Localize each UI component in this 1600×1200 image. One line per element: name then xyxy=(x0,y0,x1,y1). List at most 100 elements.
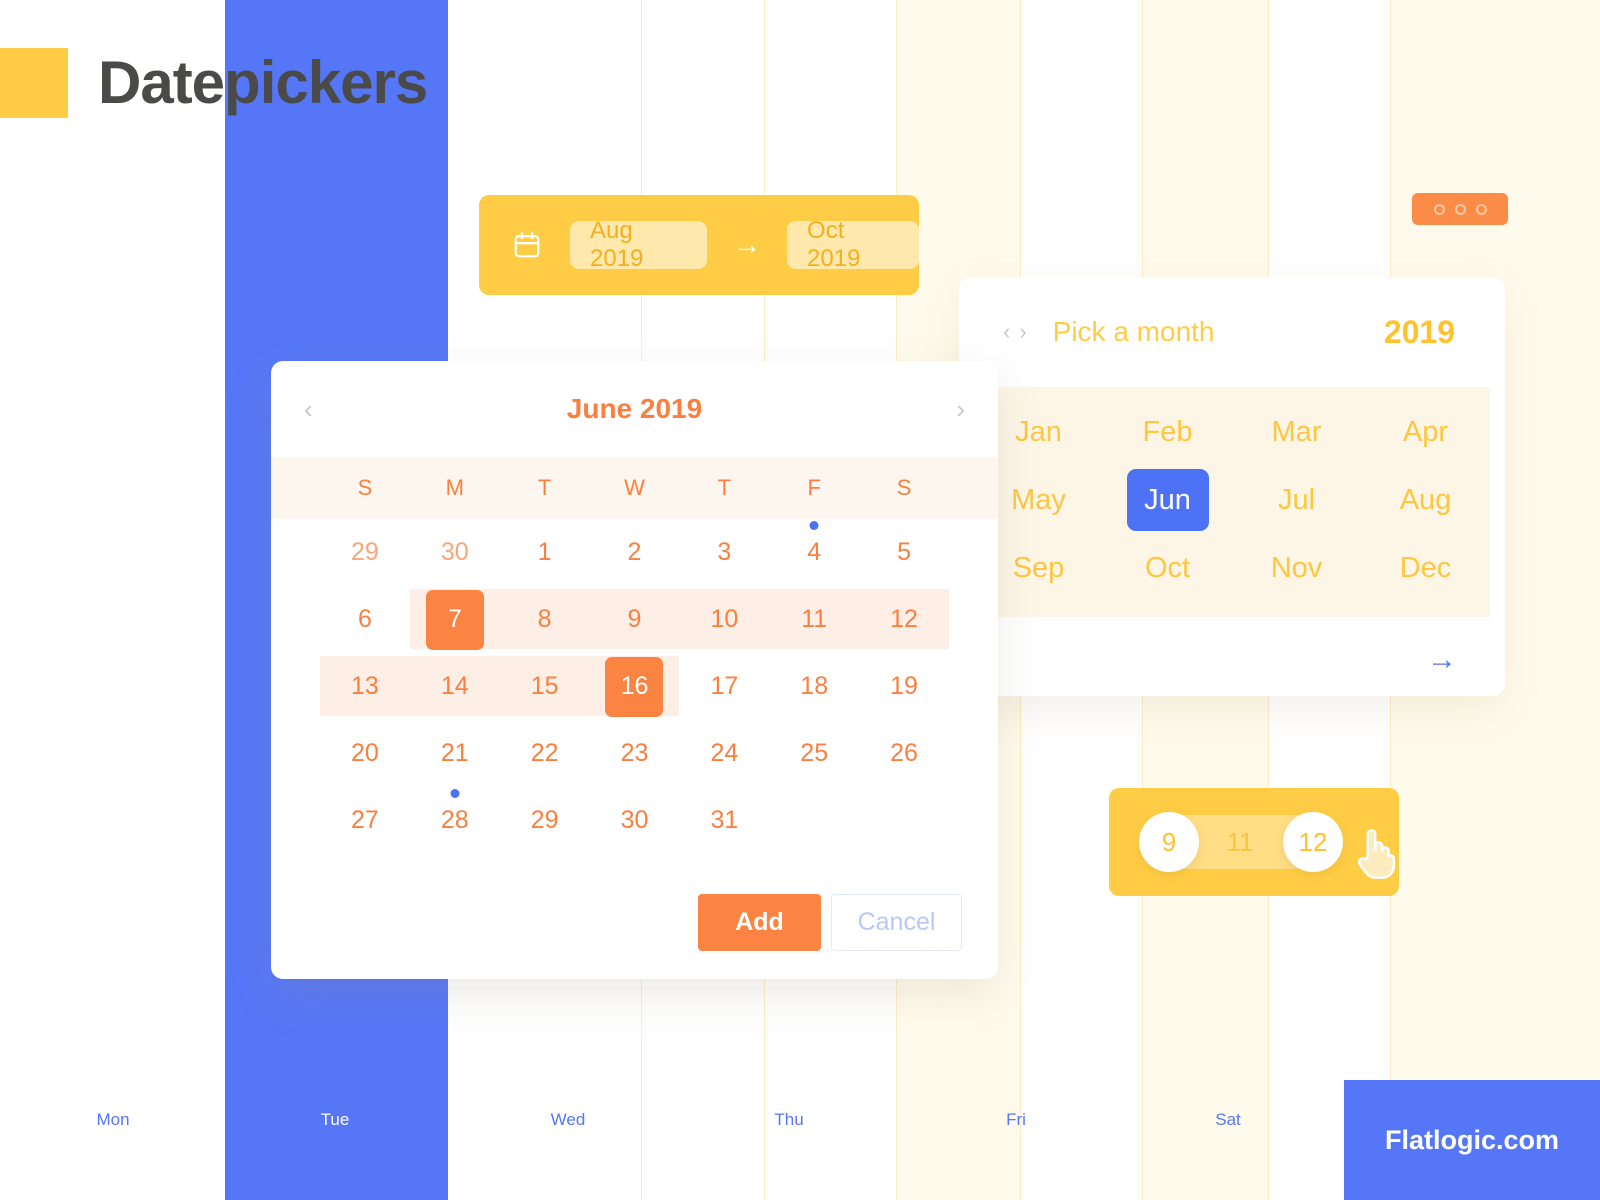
month-cell-apr[interactable]: Apr xyxy=(1361,401,1490,463)
day-label: 6 xyxy=(357,605,372,633)
calendar-week-row: 13 14 15 16 17 18 19 xyxy=(320,653,949,720)
day-label: 16 xyxy=(605,656,664,717)
calendar-day-20[interactable]: 20 xyxy=(320,720,410,787)
dot-2 xyxy=(1454,203,1466,215)
day-label: 31 xyxy=(710,806,739,834)
day-label: 29 xyxy=(530,806,559,834)
month-label: Mar xyxy=(1271,415,1322,448)
calendar-week-row: 27 28 29 30 31 xyxy=(320,787,949,854)
range-from-field[interactable]: Aug 2019 xyxy=(570,217,708,272)
add-button[interactable]: Add xyxy=(698,894,821,951)
calendar-day-28[interactable]: 28 xyxy=(410,787,500,854)
calendar-prev-icon[interactable]: ‹ xyxy=(304,396,313,422)
month-picker-year[interactable]: 2019 xyxy=(1384,314,1455,351)
page-header: Datepickers xyxy=(0,48,428,118)
day-label: 10 xyxy=(710,605,739,633)
month-cell-jun[interactable]: Jun xyxy=(1103,469,1232,531)
calendar-week-row: 29 30 1 2 3 4 5 xyxy=(320,519,949,586)
slider-knob-max[interactable]: 12 xyxy=(1283,812,1343,872)
footer-day-thu: Thu xyxy=(774,1110,804,1129)
month-prev-icon[interactable]: ‹ xyxy=(1003,321,1010,343)
month-label: Sep xyxy=(1012,551,1065,584)
month-grid: Jan Feb Mar Apr May Jun Jul Aug Sep Oct Nov Dec xyxy=(974,387,1490,617)
calendar-day-19[interactable]: 19 xyxy=(859,653,949,720)
day-label: 14 xyxy=(440,672,469,700)
calendar-day-25[interactable]: 25 xyxy=(769,720,859,787)
three-dots-icon[interactable] xyxy=(1412,193,1508,225)
event-dot-icon xyxy=(450,789,460,798)
month-next-icon[interactable]: › xyxy=(1019,321,1026,343)
month-label: Jan xyxy=(1015,415,1062,448)
number-range-slider[interactable]: 11 9 12 xyxy=(1109,788,1399,896)
calendar-day-empty xyxy=(769,787,859,854)
day-label: 17 xyxy=(710,672,739,700)
calendar-day-26[interactable]: 26 xyxy=(859,720,949,787)
calendar-day-17[interactable]: 17 xyxy=(679,653,769,720)
weekday-label-4: T xyxy=(717,475,732,500)
calendar-day-22[interactable]: 22 xyxy=(500,720,590,787)
date-range-bar[interactable]: Aug 2019 → Oct 2019 xyxy=(479,195,919,295)
month-label: Jul xyxy=(1277,483,1316,516)
calendar-next-icon[interactable]: › xyxy=(956,396,965,422)
month-confirm-arrow-icon[interactable]: → xyxy=(1427,645,1457,675)
day-label: 12 xyxy=(890,605,918,633)
month-cell-jul[interactable]: Jul xyxy=(1232,469,1361,531)
calendar-day-5[interactable]: 5 xyxy=(859,519,949,586)
day-label: 5 xyxy=(897,538,912,566)
month-cell-aug[interactable]: Aug xyxy=(1361,469,1490,531)
weekday-label-0: S xyxy=(357,475,373,500)
month-cell-nov[interactable]: Nov xyxy=(1232,537,1361,599)
calendar-day-30[interactable]: 30 xyxy=(410,519,500,586)
day-label: 18 xyxy=(800,672,829,700)
calendar-day-4[interactable]: 4 xyxy=(769,519,859,586)
calendar-day-2[interactable]: 2 xyxy=(590,519,680,586)
calendar-day-31[interactable]: 31 xyxy=(679,787,769,854)
day-label: 7 xyxy=(425,589,484,650)
calendar-day-29[interactable]: 29 xyxy=(500,787,590,854)
weekday-label-3: W xyxy=(624,475,645,500)
day-label: 22 xyxy=(530,739,559,767)
range-arrow-icon: → xyxy=(733,229,762,260)
day-label: 8 xyxy=(537,605,552,633)
calendar-day-6[interactable]: 6 xyxy=(320,586,410,653)
dot-1 xyxy=(1433,203,1445,215)
month-label: Apr xyxy=(1402,415,1449,448)
range-to-field[interactable]: Oct 2019 xyxy=(787,217,919,272)
footer-day-sat: Sat xyxy=(1215,1110,1241,1129)
footer: Mon Tue Wed Thu Fri Sat xyxy=(0,1080,1600,1200)
slider-mid-value: 11 xyxy=(1226,826,1254,857)
day-label: 11 xyxy=(801,605,828,633)
calendar-week-row: 6 7 8 9 10 11 12 xyxy=(320,586,949,653)
slider-knob-min[interactable]: 9 xyxy=(1139,812,1199,872)
calendar-day-3[interactable]: 3 xyxy=(679,519,769,586)
calendar-day-29[interactable]: 29 xyxy=(320,519,410,586)
day-label: 13 xyxy=(351,672,379,700)
dot-3 xyxy=(1475,203,1487,215)
month-cell-mar[interactable]: Mar xyxy=(1232,401,1361,463)
calendar-day-30[interactable]: 30 xyxy=(590,787,680,854)
calendar-day-24[interactable]: 24 xyxy=(679,720,769,787)
cancel-button[interactable]: Cancel xyxy=(831,894,962,951)
month-label: May xyxy=(1011,483,1066,516)
month-cell-dec[interactable]: Dec xyxy=(1361,537,1490,599)
month-label: Jun xyxy=(1126,469,1209,531)
hand-pointer-icon xyxy=(1352,824,1396,880)
calendar-day-23[interactable]: 23 xyxy=(590,720,680,787)
footer-day-fri: Fri xyxy=(1006,1110,1026,1129)
calendar-day-21[interactable]: 21 xyxy=(410,720,500,787)
month-cell-feb[interactable]: Feb xyxy=(1103,401,1232,463)
calendar-day-27[interactable]: 27 xyxy=(320,787,410,854)
calendar-day-1[interactable]: 1 xyxy=(500,519,590,586)
month-label: Feb xyxy=(1142,415,1193,448)
month-cell-oct[interactable]: Oct xyxy=(1103,537,1232,599)
day-label: 30 xyxy=(440,538,469,566)
day-label: 3 xyxy=(717,538,732,566)
calendar-card: ‹ June 2019 › SMTWTFS 29 30 1 2 3 4 5 6 7 8 9 10 11 1… xyxy=(271,361,998,979)
day-label: 2 xyxy=(627,538,642,566)
day-label: 29 xyxy=(351,538,379,566)
day-label: 28 xyxy=(440,806,469,834)
month-picker-heading: Pick a month xyxy=(1052,316,1215,347)
calendar-day-18[interactable]: 18 xyxy=(769,653,859,720)
slider-track[interactable]: 11 9 12 xyxy=(1139,812,1343,872)
calendar-icon xyxy=(512,230,542,260)
